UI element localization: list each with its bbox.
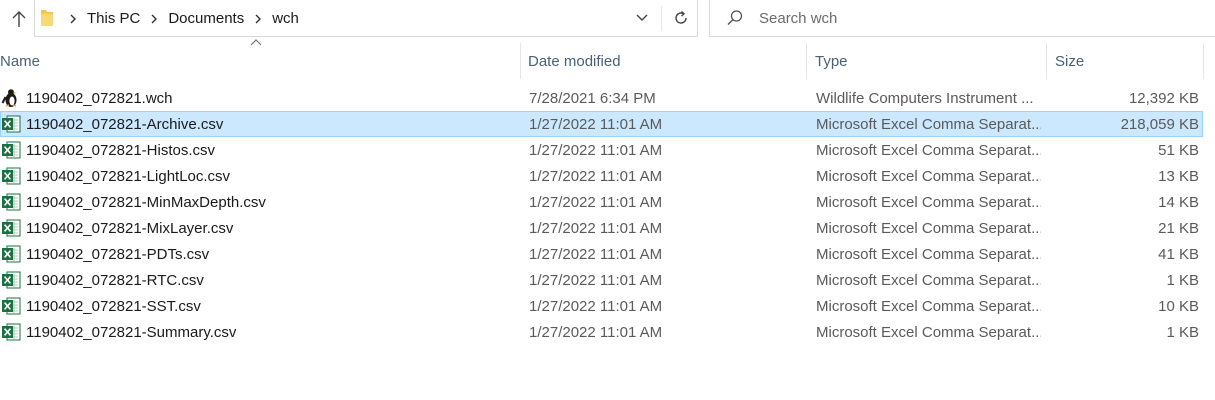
divider [661,6,662,31]
column-divider[interactable] [1046,43,1047,79]
column-header-date-modified[interactable]: Date modified [528,43,798,79]
file-row[interactable]: 1190402_072821-PDTs.csv 1/27/2022 11:01 A… [0,241,1203,267]
file-type: Microsoft Excel Comma Separat... [816,297,1041,315]
chevron-right-icon[interactable] [248,9,268,29]
file-date-modified: 1/27/2022 11:01 AM [529,141,663,159]
column-divider[interactable] [520,43,521,79]
breadcrumb-documents[interactable]: Documents [166,10,246,27]
excel-csv-icon [1,322,21,342]
file-size: 1 KB [1166,271,1199,289]
column-divider[interactable] [806,43,807,79]
file-name: 1190402_072821-MinMaxDepth.csv [26,193,266,211]
refresh-button[interactable] [669,6,693,30]
chevron-right-icon[interactable] [144,9,164,29]
column-header-row: Name Date modified Type Size [0,39,1215,79]
excel-csv-icon [1,218,21,238]
file-name: 1190402_072821.wch [26,89,173,107]
file-type: Microsoft Excel Comma Separat... [816,323,1041,341]
file-size: 12,392 KB [1128,89,1199,107]
file-size: 41 KB [1158,245,1199,263]
refresh-icon [675,10,687,24]
file-date-modified: 1/27/2022 11:01 AM [529,323,663,341]
column-divider[interactable] [1203,43,1204,79]
file-date-modified: 1/27/2022 11:01 AM [529,193,663,211]
file-date-modified: 1/27/2022 11:01 AM [529,245,663,263]
file-list: 1190402_072821.wch 7/28/2021 6:34 PM Wildl… [0,85,1215,345]
file-type: Microsoft Excel Comma Separat... [816,219,1041,237]
breadcrumb-this-pc[interactable]: This PC [85,10,142,27]
excel-csv-icon [1,192,21,212]
file-row[interactable]: 1190402_072821-Histos.csv 1/27/2022 11:01… [0,137,1203,163]
file-name-cell: 1190402_072821-LightLoc.csv [1,164,521,188]
file-date-modified: 1/27/2022 11:01 AM [529,115,663,133]
navigation-bar: This PC Documents wch Search wch [0,0,1215,37]
search-box[interactable]: Search wch [709,0,1215,37]
file-name-cell: 1190402_072821-MixLayer.csv [1,216,521,240]
column-header-type[interactable]: Type [815,43,1040,79]
file-size: 218,059 KB [1120,115,1199,133]
file-name: 1190402_072821-MixLayer.csv [26,219,234,237]
file-row[interactable]: 1190402_072821-MixLayer.csv 1/27/2022 11:… [0,215,1203,241]
file-name: 1190402_072821-PDTs.csv [26,245,210,263]
up-button[interactable] [6,6,32,32]
file-type: Wildlife Computers Instrument ... [816,89,1034,107]
search-icon [727,10,743,25]
file-row[interactable]: 1190402_072821-LightLoc.csv 1/27/2022 11:… [0,163,1203,189]
file-date-modified: 7/28/2021 6:34 PM [529,89,656,107]
file-name-cell: 1190402_072821-Summary.csv [1,320,521,344]
chevron-right-icon[interactable] [63,9,83,29]
file-name-cell: 1190402_072821-Archive.csv [1,112,521,136]
excel-csv-icon [1,244,21,264]
file-name-cell: 1190402_072821-PDTs.csv [1,242,521,266]
file-name-cell: 1190402_072821-RTC.csv [1,268,521,292]
excel-csv-icon [1,114,21,134]
file-type: Microsoft Excel Comma Separat... [816,167,1041,185]
chevron-down-icon [636,14,648,21]
file-date-modified: 1/27/2022 11:01 AM [529,297,663,315]
wch-file-icon [1,88,21,108]
file-name-cell: 1190402_072821-MinMaxDepth.csv [1,190,521,214]
file-name: 1190402_072821-RTC.csv [26,271,204,289]
search-input[interactable]: Search wch [759,0,837,37]
file-type: Microsoft Excel Comma Separat... [816,271,1041,289]
file-type: Microsoft Excel Comma Separat... [816,245,1041,263]
file-date-modified: 1/27/2022 11:01 AM [529,167,663,185]
file-size: 1 KB [1166,323,1199,341]
file-size: 51 KB [1158,141,1199,159]
excel-csv-icon [1,296,21,316]
column-header-size[interactable]: Size [1055,43,1195,79]
file-name-cell: 1190402_072821-SST.csv [1,294,521,318]
file-type: Microsoft Excel Comma Separat... [816,193,1041,211]
file-name: 1190402_072821-SST.csv [26,297,201,315]
file-size: 13 KB [1158,167,1199,185]
column-header-name[interactable]: Name [0,43,518,79]
file-name: 1190402_072821-Histos.csv [26,141,216,159]
address-bar[interactable]: This PC Documents wch [34,0,698,37]
address-history-dropdown[interactable] [631,7,653,29]
file-row[interactable]: 1190402_072821-SST.csv 1/27/2022 11:01 AM… [0,293,1203,319]
breadcrumb-wch[interactable]: wch [270,10,301,27]
file-name: 1190402_072821-LightLoc.csv [26,167,231,185]
file-date-modified: 1/27/2022 11:01 AM [529,271,663,289]
excel-csv-icon [1,140,21,160]
file-name: 1190402_072821-Archive.csv [26,115,224,133]
file-size: 21 KB [1158,219,1199,237]
file-name-cell: 1190402_072821-Histos.csv [1,138,521,162]
folder-icon [41,10,53,26]
file-size: 10 KB [1158,297,1199,315]
file-type: Microsoft Excel Comma Separat... [816,115,1041,133]
excel-csv-icon [1,270,21,290]
file-row[interactable]: 1190402_072821.wch 7/28/2021 6:34 PM Wildl… [0,85,1203,111]
file-name-cell: 1190402_072821.wch [1,86,521,110]
file-row[interactable]: 1190402_072821-MinMaxDepth.csv 1/27/2022 … [0,189,1203,215]
excel-csv-icon [1,166,21,186]
file-row[interactable]: 1190402_072821-Archive.csv 1/27/2022 11:0… [0,111,1203,137]
arrow-up-icon [12,11,26,27]
file-date-modified: 1/27/2022 11:01 AM [529,219,663,237]
file-type: Microsoft Excel Comma Separat... [816,141,1041,159]
file-row[interactable]: 1190402_072821-Summary.csv 1/27/2022 11:0… [0,319,1203,345]
file-name: 1190402_072821-Summary.csv [26,323,237,341]
file-size: 14 KB [1158,193,1199,211]
file-row[interactable]: 1190402_072821-RTC.csv 1/27/2022 11:01 AM… [0,267,1203,293]
